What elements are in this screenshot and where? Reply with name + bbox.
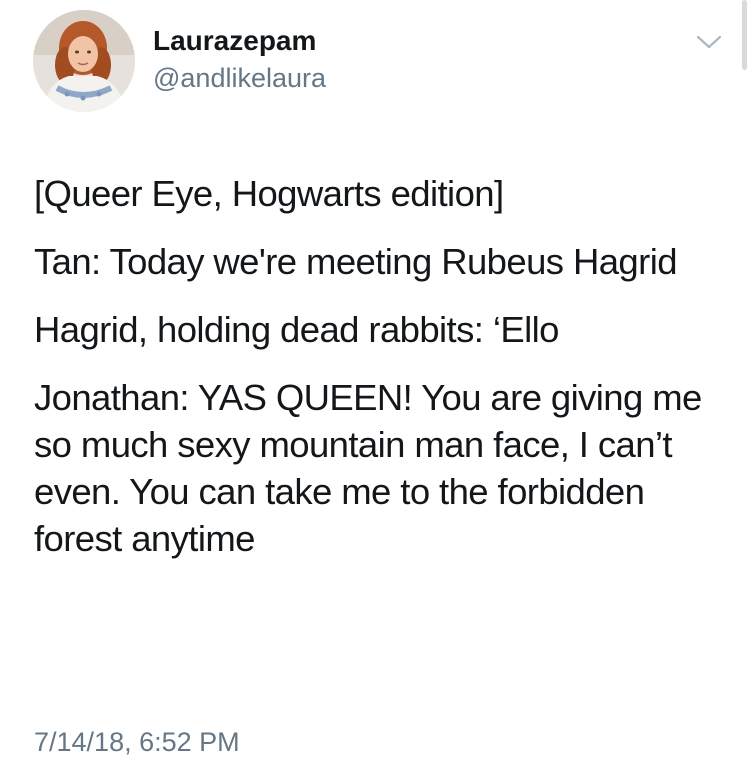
scrollbar[interactable] bbox=[742, 0, 747, 70]
author-name[interactable]: Laurazepam bbox=[153, 25, 316, 57]
tweet-paragraph: Jonathan: YAS QUEEN! You are giving me s… bbox=[34, 377, 702, 559]
tweet-paragraph: Hagrid, holding dead rabbits: ‘Ello bbox=[34, 309, 559, 350]
tweet-card: Laurazepam @andlikelaura [Queer Eye, Hog… bbox=[0, 0, 750, 777]
avatar-photo bbox=[33, 10, 135, 112]
avatar[interactable] bbox=[33, 10, 135, 112]
chevron-down-icon[interactable] bbox=[694, 32, 724, 52]
tweet-text: [Queer Eye, Hogwarts edition] Tan: Today… bbox=[34, 170, 734, 583]
tweet-paragraph: [Queer Eye, Hogwarts edition] bbox=[34, 173, 504, 214]
tweet-paragraph: Tan: Today we're meeting Rubeus Hagrid bbox=[34, 241, 678, 282]
tweet-timestamp[interactable]: 7/14/18, 6:52 PM bbox=[34, 727, 240, 758]
author-handle[interactable]: @andlikelaura bbox=[153, 63, 326, 94]
